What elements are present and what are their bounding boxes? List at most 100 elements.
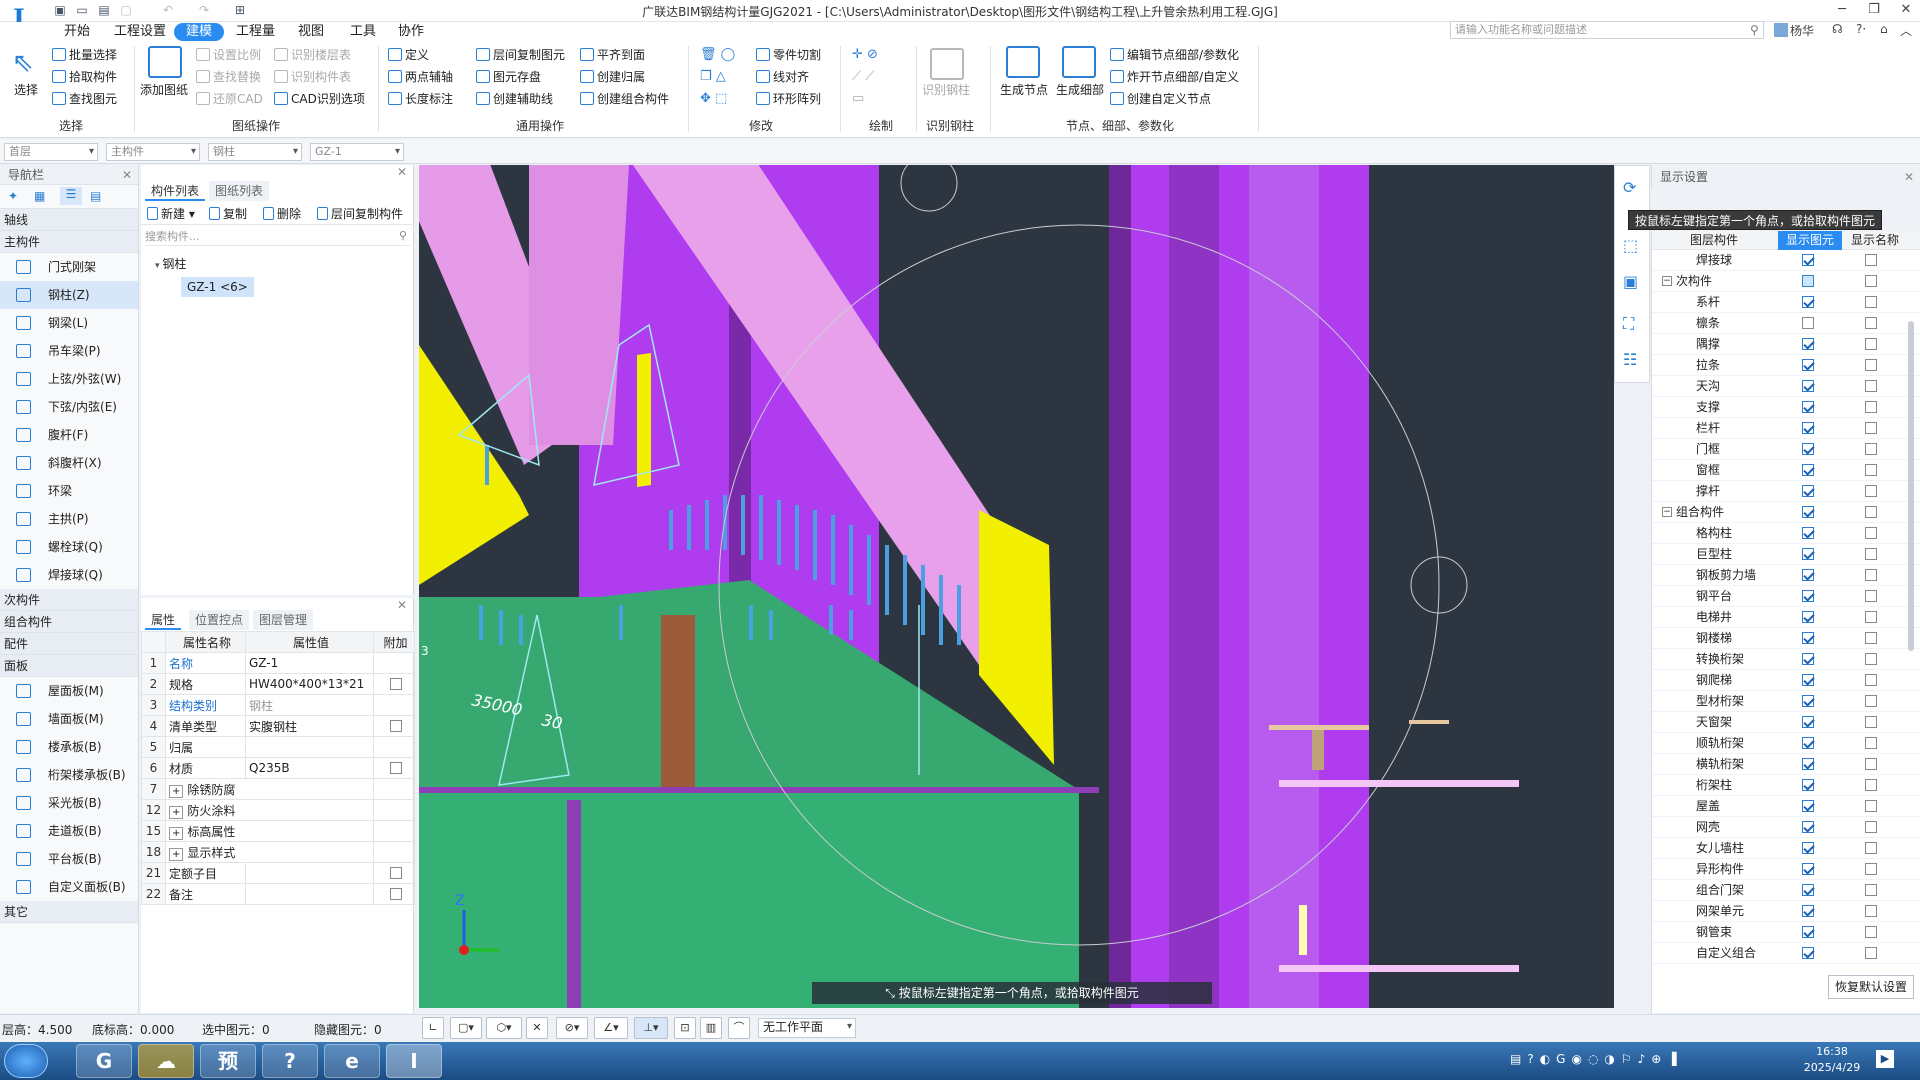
- show-name-checkbox[interactable]: [1865, 506, 1877, 518]
- home-icon[interactable]: ⌂: [1880, 22, 1888, 36]
- show-name-checkbox[interactable]: [1865, 653, 1877, 665]
- scrollbar-thumb[interactable]: [1908, 321, 1914, 651]
- expand-icon[interactable]: +: [169, 826, 184, 840]
- show-element-checkbox[interactable]: [1802, 275, 1814, 287]
- nav-item-diagonal-web[interactable]: 斜腹杆(X): [0, 449, 138, 477]
- line-align-button[interactable]: 线对齐: [756, 69, 809, 85]
- find-replace-button[interactable]: 查找替换: [196, 69, 261, 85]
- nav-item-platform-panel[interactable]: 平台板(B): [0, 845, 138, 873]
- show-name-checkbox[interactable]: [1865, 716, 1877, 728]
- arc-icon[interactable]: ⌒: [728, 1017, 750, 1039]
- show-element-checkbox[interactable]: [1802, 548, 1814, 560]
- orbit-icon[interactable]: ⟳: [1623, 178, 1636, 197]
- show-name-checkbox[interactable]: [1865, 863, 1877, 875]
- menu-project-settings[interactable]: 工程设置: [108, 23, 172, 41]
- show-name-checkbox[interactable]: [1865, 737, 1877, 749]
- close-icon[interactable]: ✕: [397, 598, 407, 612]
- nav-item-steel-beam[interactable]: 钢梁(L): [0, 309, 138, 337]
- collapse-icon[interactable]: −: [1662, 507, 1672, 517]
- flush-to-face-button[interactable]: 平齐到面: [580, 47, 645, 63]
- prop-value[interactable]: HW400*400*13*21: [245, 673, 374, 695]
- nav-item-bottom-chord[interactable]: 下弦/内弦(E): [0, 393, 138, 421]
- search-icon[interactable]: ⚲: [1750, 23, 1759, 37]
- show-name-checkbox[interactable]: [1865, 254, 1877, 266]
- nav-item-web-member[interactable]: 腹杆(F): [0, 421, 138, 449]
- delete-icon[interactable]: 🗑 ◯: [700, 47, 735, 62]
- extra-checkbox[interactable]: [389, 678, 402, 690]
- show-element-checkbox[interactable]: [1802, 338, 1814, 350]
- show-element-checkbox[interactable]: [1802, 905, 1814, 917]
- prop-value[interactable]: [245, 862, 374, 884]
- menu-quantities[interactable]: 工程量: [230, 23, 281, 41]
- explode-node-detail-button[interactable]: 炸开节点细部/自定义: [1110, 69, 1239, 85]
- show-name-checkbox[interactable]: [1865, 296, 1877, 308]
- nav-cat-composite[interactable]: 组合构件: [0, 611, 138, 633]
- nav-cat-axis[interactable]: 轴线: [0, 209, 138, 231]
- box-view-icon[interactable]: ▣: [1623, 272, 1638, 291]
- line-draw-icon[interactable]: ⟋ ⟋: [852, 69, 874, 84]
- circular-array-button[interactable]: 环形阵列: [756, 91, 821, 107]
- nav-item-wall-panel[interactable]: 墙面板(M): [0, 705, 138, 733]
- header-show-element[interactable]: 显示图元: [1778, 231, 1842, 250]
- group-label-select[interactable]: 选择: [46, 117, 96, 134]
- prop-name[interactable]: + 除锈防腐: [165, 778, 374, 800]
- nav-cat-other[interactable]: 其它: [0, 901, 138, 923]
- move-icon[interactable]: ✥ ⬚: [700, 91, 727, 106]
- nav-item-walkway-panel[interactable]: 走道板(B): [0, 817, 138, 845]
- set-scale-button[interactable]: 设置比例: [196, 47, 261, 63]
- group-label-recognize[interactable]: 识别钢柱: [920, 117, 980, 134]
- taskbar-app-budget[interactable]: 预: [200, 1044, 256, 1078]
- component-name-select[interactable]: GZ-1: [310, 143, 404, 161]
- recognize-floor-table-button[interactable]: 识别楼层表: [274, 47, 351, 63]
- cad-recognition-options-button[interactable]: CAD识别选项: [274, 91, 365, 107]
- help-icon[interactable]: ?·: [1856, 22, 1866, 36]
- nav-cat-panel[interactable]: 面板: [0, 655, 138, 677]
- close-icon[interactable]: ✕: [1904, 165, 1914, 189]
- group-label-common[interactable]: 通用操作: [500, 117, 580, 134]
- menu-start[interactable]: 开始: [58, 23, 96, 41]
- taskbar-app-cloud[interactable]: ☁: [138, 1044, 194, 1078]
- show-element-checkbox[interactable]: [1802, 464, 1814, 476]
- menu-modeling[interactable]: 建模: [174, 23, 225, 41]
- nav-item-custom-panel[interactable]: 自定义面板(B): [0, 873, 138, 901]
- system-tray-icons[interactable]: ▤?◐G◉◌◑⚐♪⊕▐: [1510, 1052, 1683, 1066]
- new-file-icon[interactable]: ▣: [52, 2, 68, 18]
- close-icon[interactable]: ✕: [397, 165, 407, 179]
- show-name-checkbox[interactable]: [1865, 779, 1877, 791]
- copy-floor-component-button[interactable]: 层间复制构件: [317, 206, 403, 222]
- rect-draw-icon[interactable]: ▭: [852, 91, 864, 106]
- tab-control-points[interactable]: 位置控点: [189, 610, 250, 630]
- view-cube-icon[interactable]: ⬡▾: [486, 1017, 522, 1039]
- component-type-select[interactable]: 主构件: [106, 143, 200, 161]
- find-element-button[interactable]: 查找图元: [52, 91, 117, 107]
- show-element-checkbox[interactable]: [1802, 884, 1814, 896]
- prop-value[interactable]: [245, 736, 374, 758]
- show-element-checkbox[interactable]: [1802, 779, 1814, 791]
- view-settings-icon[interactable]: ☷: [1623, 350, 1637, 369]
- show-element-checkbox[interactable]: [1802, 926, 1814, 938]
- show-name-checkbox[interactable]: [1865, 926, 1877, 938]
- save-elements-button[interactable]: 图元存盘: [476, 69, 541, 85]
- prop-value[interactable]: Q235B: [245, 757, 374, 779]
- ortho-icon[interactable]: ∟: [422, 1017, 444, 1039]
- show-name-checkbox[interactable]: [1865, 485, 1877, 497]
- show-name-checkbox[interactable]: [1865, 548, 1877, 560]
- show-element-checkbox[interactable]: [1802, 695, 1814, 707]
- show-element-checkbox[interactable]: [1802, 506, 1814, 518]
- show-element-checkbox[interactable]: [1802, 716, 1814, 728]
- undo-icon[interactable]: ↶: [160, 2, 176, 18]
- show-element-checkbox[interactable]: [1802, 632, 1814, 644]
- pin-icon[interactable]: ✦: [8, 189, 18, 203]
- copy-between-floors-button[interactable]: 层间复制图元: [476, 47, 565, 63]
- expand-icon[interactable]: +: [169, 847, 184, 861]
- tree-node-gz1[interactable]: GZ-1 <6>: [181, 277, 254, 297]
- select-button[interactable]: 选择: [14, 82, 38, 98]
- nav-item-main-arch[interactable]: 主拱(P): [0, 505, 138, 533]
- nav-item-welded-ball[interactable]: 焊接球(Q): [0, 561, 138, 589]
- redo-icon[interactable]: ↷: [196, 2, 212, 18]
- show-name-checkbox[interactable]: [1865, 569, 1877, 581]
- show-element-checkbox[interactable]: [1802, 737, 1814, 749]
- show-element-checkbox[interactable]: [1802, 380, 1814, 392]
- nav-item-truss-deck[interactable]: 桁架楼承板(B): [0, 761, 138, 789]
- grid-menu-icon[interactable]: ⊞: [232, 2, 248, 18]
